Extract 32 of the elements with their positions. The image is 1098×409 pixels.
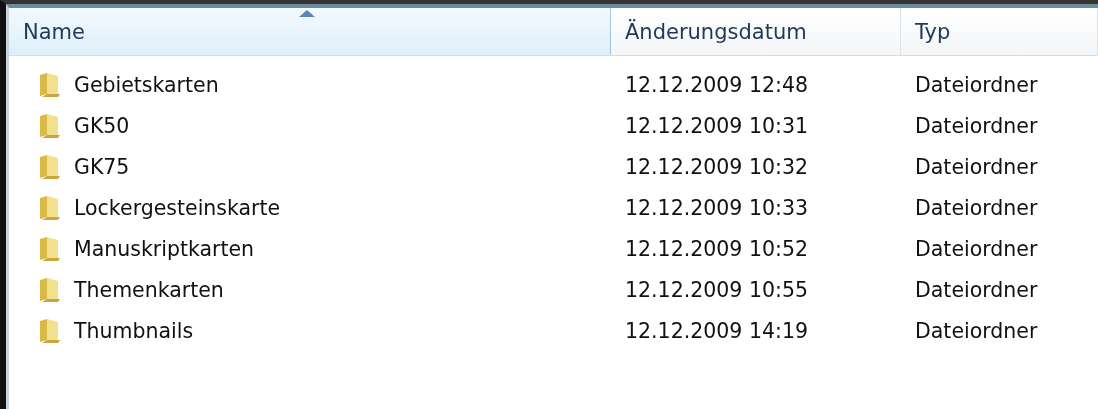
file-name: GK75	[74, 154, 130, 179]
column-header[interactable]: Name	[9, 8, 611, 55]
date-modified: 12.12.2009 10:55	[625, 277, 808, 302]
file-type: Dateiordner	[915, 72, 1038, 97]
file-name: Themenkarten	[74, 277, 224, 302]
file-type: Dateiordner	[915, 236, 1038, 261]
sort-arrow-icon	[299, 10, 315, 17]
date-modified: 12.12.2009 12:48	[625, 72, 808, 97]
column-header[interactable]: Typ	[901, 8, 1098, 55]
file-type: Dateiordner	[915, 277, 1038, 302]
file-name: Gebietskarten	[74, 72, 219, 97]
date-modified: 12.12.2009 10:33	[625, 195, 808, 220]
folder-icon	[38, 317, 62, 344]
column-header[interactable]: Änderungsdatum	[611, 8, 901, 55]
file-name: Thumbnails	[74, 318, 194, 343]
file-name: Lockergesteinskarte	[74, 195, 281, 220]
file-type: Dateiordner	[915, 154, 1038, 179]
date-modified: 12.12.2009 10:32	[625, 154, 808, 179]
date-modified: 12.12.2009 14:19	[625, 318, 808, 343]
file-type: Dateiordner	[915, 318, 1038, 343]
file-name: Manuskriptkarten	[74, 236, 255, 261]
folder-icon	[38, 276, 62, 303]
folder-icon	[38, 112, 62, 139]
file-type: Dateiordner	[915, 195, 1038, 220]
folder-icon	[38, 71, 62, 98]
folder-icon	[38, 153, 62, 180]
file-type: Dateiordner	[915, 113, 1038, 138]
date-modified: 12.12.2009 10:31	[625, 113, 808, 138]
folder-icon	[38, 235, 62, 262]
file-name: GK50	[74, 113, 130, 138]
date-modified: 12.12.2009 10:52	[625, 236, 808, 261]
folder-icon	[38, 194, 62, 221]
